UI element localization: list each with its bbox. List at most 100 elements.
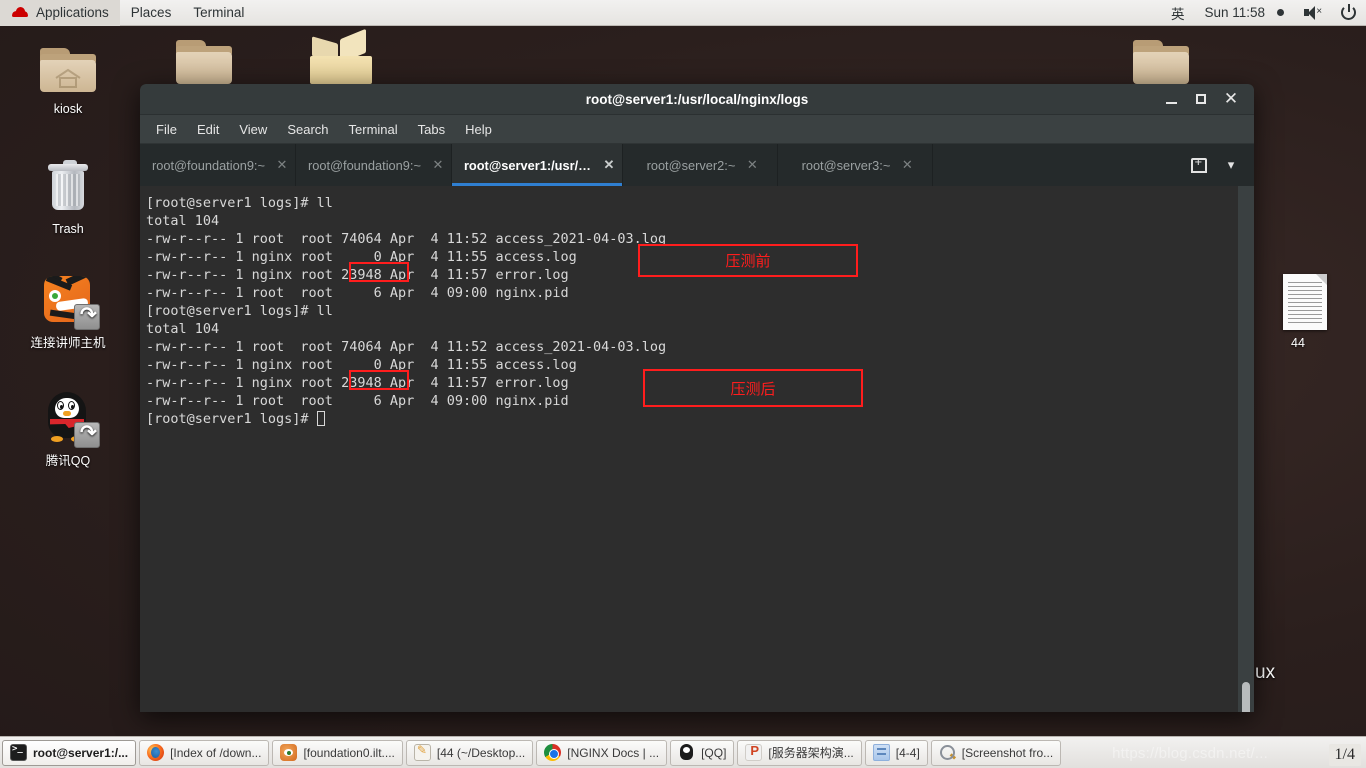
- tab-server1[interactable]: root@server1:/usr/l... ✕: [451, 144, 623, 186]
- desktop-icon-trash[interactable]: Trash: [13, 158, 123, 237]
- tab-foundation9-1[interactable]: root@foundation9:~ ✕: [140, 144, 296, 186]
- powerpoint-icon: [745, 743, 763, 761]
- tab-label: root@foundation9:~: [307, 157, 421, 173]
- taskbar-item-terminal[interactable]: root@server1:/...: [2, 739, 137, 766]
- tab-server2[interactable]: root@server2:~ ✕: [623, 144, 778, 186]
- tab-label: root@foundation9:~: [152, 157, 265, 173]
- chevron-down-icon: ▾: [1227, 157, 1235, 172]
- terminal-tab-bar: root@foundation9:~ ✕ root@foundation9:~ …: [140, 144, 1254, 186]
- taskbar-item-label: [NGINX Docs | ...: [567, 745, 660, 760]
- taskbar-item-label: [服务器架构演...: [768, 746, 854, 760]
- places-menu[interactable]: Places: [120, 0, 183, 26]
- annotation-before-load-test: 压测前: [638, 244, 858, 277]
- desktop-icon-qq[interactable]: 腾讯QQ: [13, 390, 123, 469]
- terminal-title-bar[interactable]: root@server1:/usr/local/nginx/logs ✕: [140, 84, 1254, 115]
- terminal-scrollbar[interactable]: [1238, 186, 1254, 712]
- terminal-menu-bar: File Edit View Search Terminal Tabs Help: [140, 115, 1254, 144]
- tab-server3[interactable]: root@server3:~ ✕: [778, 144, 933, 186]
- vnc-tiger-shortcut-icon: [36, 272, 100, 332]
- clock[interactable]: Sun 11:58: [1194, 0, 1294, 26]
- places-menu-label: Places: [130, 5, 172, 20]
- volume-button[interactable]: ×: [1294, 0, 1331, 26]
- menu-help[interactable]: Help: [455, 119, 502, 140]
- terminal-scrollbar-thumb[interactable]: [1242, 682, 1250, 712]
- watermark: https://blog.csdn.net/...: [1112, 745, 1268, 762]
- taskbar-item-label: [QQ]: [701, 745, 727, 760]
- terminal-output-area[interactable]: [root@server1 logs]# ll total 104 -rw-r--r…: [140, 186, 1254, 712]
- terminal-icon: [10, 744, 27, 761]
- file-manager-icon: [872, 744, 890, 761]
- taskbar-item-powerpoint[interactable]: [服务器架构演...: [737, 739, 862, 766]
- maximize-button[interactable]: [1186, 85, 1216, 113]
- power-button[interactable]: [1331, 0, 1366, 26]
- terminal-title: root@server1:/usr/local/nginx/logs: [585, 91, 809, 107]
- workspace-indicator: 1/4: [1328, 744, 1361, 766]
- home-glyph-icon: [55, 68, 81, 88]
- terminal-line: total 104: [146, 321, 220, 337]
- menu-search[interactable]: Search: [277, 119, 338, 140]
- tab-label: root@server3:~: [801, 157, 891, 173]
- tab-close-icon[interactable]: ✕: [745, 157, 759, 173]
- terminal-line: -rw-r--r-- 1 root root 6 Apr 4 09:00 ngi…: [146, 285, 569, 301]
- taskbar: root@server1:/... [Index of /down... [fo…: [0, 736, 1366, 768]
- terminal-line: -rw-r--r-- 1 root root 74064 Apr 4 11:52…: [146, 231, 667, 247]
- tab-label: root@server1:/usr/l...: [463, 157, 592, 173]
- terminal-line: -rw-r--r-- 1 root root 6 Apr 4 09:00 ngi…: [146, 393, 569, 409]
- close-button[interactable]: ✕: [1216, 85, 1246, 113]
- taskbar-item-file-manager[interactable]: [4-4]: [864, 739, 928, 766]
- power-icon: [1341, 4, 1356, 20]
- text-editor-icon: [413, 743, 431, 761]
- tab-close-icon[interactable]: ✕: [431, 157, 445, 173]
- taskbar-item-text-editor[interactable]: [44 (~/Desktop...: [405, 739, 534, 766]
- highlight-box-access-log-size-after: [349, 370, 409, 390]
- tab-close-icon[interactable]: ✕: [602, 157, 616, 173]
- redhat-logo-icon: [11, 6, 29, 20]
- terminal-cursor: [316, 411, 325, 426]
- terminal-line: [root@server1 logs]#: [146, 410, 666, 428]
- chrome-icon: [544, 744, 562, 761]
- terminal-menu-label: Terminal: [193, 5, 245, 20]
- terminal-window: root@server1:/usr/local/nginx/logs ✕ Fil…: [140, 84, 1254, 712]
- taskbar-item-foundation[interactable]: [foundation0.ilt....: [272, 739, 403, 766]
- menu-terminal[interactable]: Terminal: [339, 119, 408, 140]
- shortcut-arrow-badge-icon: [74, 420, 100, 448]
- desktop-background-openbox[interactable]: [310, 28, 372, 84]
- taskbar-item-screenshot[interactable]: [Screenshot fro...: [930, 739, 1062, 766]
- menu-view[interactable]: View: [229, 119, 277, 140]
- minimize-button[interactable]: [1156, 85, 1186, 113]
- taskbar-item-label: [44 (~/Desktop...: [436, 745, 526, 760]
- new-tab-icon: [1191, 155, 1207, 173]
- taskbar-item-chrome[interactable]: [NGINX Docs | ...: [536, 739, 668, 766]
- tab-close-icon[interactable]: ✕: [275, 157, 289, 173]
- desktop-icon-label: 腾讯QQ: [45, 454, 91, 468]
- tab-list-button[interactable]: ▾: [1216, 150, 1246, 180]
- top-panel: Applications Places Terminal 英 Sun 11:58…: [0, 0, 1366, 26]
- new-tab-button[interactable]: [1184, 150, 1214, 180]
- applications-menu[interactable]: Applications: [0, 0, 120, 26]
- input-method-label: 英: [1170, 6, 1185, 22]
- terminal-menu[interactable]: Terminal: [182, 0, 255, 26]
- menu-tabs[interactable]: Tabs: [408, 119, 455, 140]
- trash-icon: [36, 158, 100, 218]
- taskbar-item-qq[interactable]: [QQ]: [670, 739, 735, 766]
- taskbar-item-label: root@server1:/...: [33, 745, 129, 760]
- desktop-background-folder-1[interactable]: [176, 40, 232, 84]
- taskbar-item-firefox[interactable]: [Index of /down...: [139, 739, 270, 766]
- desktop-partial-label: ux: [1255, 662, 1276, 683]
- input-method-indicator[interactable]: 英: [1161, 0, 1195, 26]
- tab-close-icon[interactable]: ✕: [900, 157, 914, 173]
- desktop-icon-vnc-teacher[interactable]: 连接讲师主机: [13, 272, 123, 351]
- taskbar-item-label: [Index of /down...: [170, 745, 262, 760]
- desktop-background-folder-2[interactable]: [1133, 40, 1189, 84]
- shortcut-arrow-badge-icon: [74, 302, 100, 330]
- desktop-icon-kiosk[interactable]: kiosk: [13, 38, 123, 117]
- menu-edit[interactable]: Edit: [187, 119, 229, 140]
- foundation-icon: [280, 744, 298, 761]
- terminal-line: -rw-r--r-- 1 root root 74064 Apr 4 11:52…: [146, 339, 667, 355]
- desktop-icon-document-44[interactable]: 44: [1243, 272, 1353, 351]
- notification-dot-icon: [1277, 9, 1284, 16]
- tab-foundation9-2[interactable]: root@foundation9:~ ✕: [296, 144, 452, 186]
- annotation-after-load-test: 压测后: [643, 369, 863, 407]
- menu-file[interactable]: File: [146, 119, 187, 140]
- taskbar-item-label: [foundation0.ilt....: [303, 745, 395, 760]
